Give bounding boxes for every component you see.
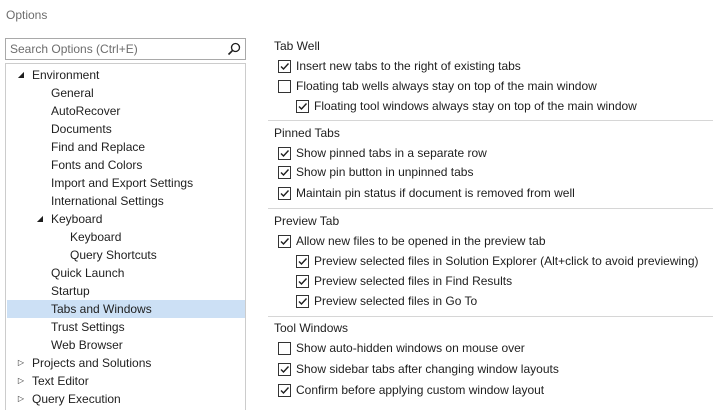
tree-item-label: General (51, 86, 94, 100)
option-label: Show pin button in unpinned tabs (296, 165, 474, 179)
checkbox[interactable] (278, 147, 291, 160)
checkbox[interactable] (296, 295, 309, 308)
tree-item-label: Documents (51, 122, 112, 136)
tree-item-label: Query Execution (32, 392, 121, 406)
tree-item-label: Find and Replace (51, 140, 146, 154)
options-tree[interactable]: ◢ Environment General AutoRecover Docume… (5, 63, 246, 410)
tree-item-startup[interactable]: Startup (7, 282, 245, 300)
checkbox[interactable] (278, 80, 291, 93)
tree-item-find-and-replace[interactable]: Find and Replace (7, 138, 245, 156)
tree-item-tabs-and-windows[interactable]: Tabs and Windows (7, 300, 245, 318)
divider (268, 316, 713, 317)
tree-item-label: International Settings (51, 194, 164, 208)
tree-item-label: Keyboard (51, 212, 103, 226)
tree-item-label: Import and Export Settings (51, 176, 194, 190)
tree-item-documents[interactable]: Documents (7, 120, 245, 138)
title-bar: Options (0, 0, 713, 32)
group-heading-preview-tab: Preview Tab (274, 214, 340, 228)
divider (268, 208, 713, 209)
tree-item-query-execution[interactable]: ▷ Query Execution (7, 390, 245, 408)
tree-item-label: Fonts and Colors (51, 158, 143, 172)
option-label: Show sidebar tabs after changing window … (296, 362, 559, 376)
tree-item-keyboard-group[interactable]: ◢ Keyboard (7, 210, 245, 228)
checkbox[interactable] (296, 275, 309, 288)
group-heading-tool-windows: Tool Windows (274, 321, 349, 335)
tree-item-label: Trust Settings (51, 320, 125, 334)
option-label: Confirm before applying custom window la… (296, 383, 545, 397)
option-label: Preview selected files in Go To (314, 294, 478, 308)
search-box[interactable] (5, 38, 246, 60)
tree-item-international-settings[interactable]: International Settings (7, 192, 245, 210)
tree-item-import-export-settings[interactable]: Import and Export Settings (7, 174, 245, 192)
option-label: Insert new tabs to the right of existing… (296, 59, 521, 73)
option-label: Floating tab wells always stay on top of… (296, 79, 597, 93)
option-label: Floating tool windows always stay on top… (314, 99, 637, 113)
tree-item-query-shortcuts[interactable]: Query Shortcuts (7, 246, 245, 264)
tree-item-quick-launch[interactable]: Quick Launch (7, 264, 245, 282)
tree-item-environment[interactable]: ◢ Environment (7, 66, 245, 84)
tree-item-label: Text Editor (32, 374, 89, 388)
tree-item-general[interactable]: General (7, 84, 245, 102)
tree-item-text-editor[interactable]: ▷ Text Editor (7, 372, 245, 390)
checkbox[interactable] (296, 100, 309, 113)
tree-item-projects-and-solutions[interactable]: ▷ Projects and Solutions (7, 354, 245, 372)
checkbox[interactable] (278, 342, 291, 355)
tree-item-label: Quick Launch (51, 266, 125, 280)
divider (268, 120, 713, 121)
option-label: Show auto-hidden windows on mouse over (296, 341, 525, 355)
search-icon[interactable] (227, 42, 241, 56)
checkbox[interactable] (278, 235, 291, 248)
group-heading-tab-well: Tab Well (274, 39, 320, 53)
tree-item-label: Keyboard (70, 230, 122, 244)
tree-item-trust-settings[interactable]: Trust Settings (7, 318, 245, 336)
checkbox[interactable] (278, 60, 291, 73)
tree-item-label: Environment (32, 68, 100, 82)
chevron-right-icon[interactable]: ▷ (15, 372, 27, 390)
tree-item-label: Web Browser (51, 338, 123, 352)
chevron-right-icon[interactable]: ▷ (15, 390, 27, 408)
chevron-right-icon[interactable]: ▷ (15, 354, 27, 372)
search-input[interactable] (6, 39, 218, 59)
checkbox[interactable] (278, 384, 291, 397)
chevron-down-icon[interactable]: ◢ (34, 210, 46, 228)
checkbox[interactable] (278, 363, 291, 376)
settings-panel: Tab Well Insert new tabs to the right of… (268, 36, 713, 410)
chevron-down-icon[interactable]: ◢ (15, 66, 27, 84)
checkbox[interactable] (296, 255, 309, 268)
option-label: Maintain pin status if document is remov… (296, 186, 575, 200)
group-heading-pinned-tabs: Pinned Tabs (274, 126, 340, 140)
tree-item-keyboard[interactable]: Keyboard (7, 228, 245, 246)
option-label: Show pinned tabs in a separate row (296, 146, 487, 160)
option-label: Preview selected files in Find Results (314, 274, 513, 288)
tree-item-autorecover[interactable]: AutoRecover (7, 102, 245, 120)
tree-item-label: Tabs and Windows (51, 302, 152, 316)
option-label: Preview selected files in Solution Explo… (314, 254, 699, 268)
checkbox[interactable] (278, 187, 291, 200)
window-title: Options (6, 8, 48, 22)
checkbox[interactable] (278, 166, 291, 179)
tree-item-label: AutoRecover (51, 104, 121, 118)
tree-item-label: Projects and Solutions (32, 356, 152, 370)
tree-item-label: Startup (51, 284, 90, 298)
tree-item-web-browser[interactable]: Web Browser (7, 336, 245, 354)
tree-item-label: Query Shortcuts (70, 248, 157, 262)
option-label: Allow new files to be opened in the prev… (296, 234, 546, 248)
tree-item-fonts-and-colors[interactable]: Fonts and Colors (7, 156, 245, 174)
